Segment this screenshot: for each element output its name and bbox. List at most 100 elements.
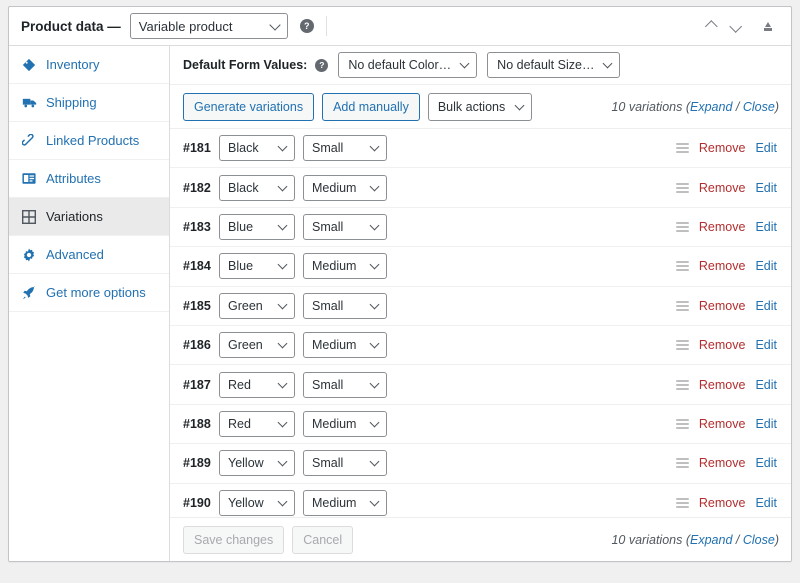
default-color-select[interactable]: No default Color… (338, 52, 477, 78)
bulk-actions-value: Bulk actions (438, 100, 505, 114)
edit-link[interactable]: Edit (755, 456, 777, 470)
variation-size-select[interactable]: Medium (303, 490, 387, 516)
edit-link[interactable]: Edit (755, 338, 777, 352)
drag-handle-icon[interactable] (676, 419, 689, 429)
drag-handle-icon[interactable] (676, 261, 689, 271)
row-actions: Remove Edit (676, 299, 779, 313)
help-icon[interactable]: ? (315, 59, 328, 72)
edit-link[interactable]: Edit (755, 378, 777, 392)
move-up-button[interactable] (699, 17, 717, 35)
chevron-down-icon (460, 59, 470, 69)
variation-size-value: Medium (312, 338, 356, 352)
sidebar-item-attributes[interactable]: Attributes (9, 160, 169, 198)
variation-color-select[interactable]: Blue (219, 214, 295, 240)
generate-variations-button[interactable]: Generate variations (183, 93, 314, 121)
variation-size-value: Small (312, 456, 343, 470)
product-type-select[interactable]: Variable product (130, 13, 288, 39)
sidebar-item-inventory[interactable]: Inventory (9, 46, 169, 84)
remove-link[interactable]: Remove (699, 417, 746, 431)
edit-link[interactable]: Edit (755, 417, 777, 431)
variation-size-value: Medium (312, 417, 356, 431)
cancel-button[interactable]: Cancel (292, 526, 353, 554)
variation-color-value: Red (228, 417, 251, 431)
variation-size-select[interactable]: Medium (303, 253, 387, 279)
close-link[interactable]: Close (743, 100, 775, 114)
drag-handle-icon[interactable] (676, 380, 689, 390)
sidebar-item-get-more-options[interactable]: Get more options (9, 274, 169, 312)
add-manually-button[interactable]: Add manually (322, 93, 420, 121)
drag-handle-icon[interactable] (676, 183, 689, 193)
sidebar-item-linked-products[interactable]: Linked Products (9, 122, 169, 160)
variation-size-select[interactable]: Small (303, 372, 387, 398)
variation-size-select[interactable]: Medium (303, 332, 387, 358)
variation-size-select[interactable]: Medium (303, 411, 387, 437)
sidebar-item-shipping[interactable]: Shipping (9, 84, 169, 122)
bulk-actions-select[interactable]: Bulk actions (428, 93, 532, 121)
link-icon (21, 133, 37, 149)
edit-link[interactable]: Edit (755, 141, 777, 155)
drag-handle-icon[interactable] (676, 143, 689, 153)
variation-color-value: Green (228, 338, 263, 352)
variation-color-select[interactable]: Red (219, 372, 295, 398)
variation-color-select[interactable]: Black (219, 135, 295, 161)
table-row: #182BlackMediumRemoveEdit (170, 168, 791, 207)
variation-color-select[interactable]: Black (219, 175, 295, 201)
paren-close: ) (775, 100, 779, 114)
variation-size-select[interactable]: Medium (303, 175, 387, 201)
sidebar-item-advanced[interactable]: Advanced (9, 236, 169, 274)
variation-color-select[interactable]: Green (219, 332, 295, 358)
toggle-panel-button[interactable] (759, 17, 777, 35)
table-row: #190Yellow Medium Remove Edit (170, 484, 791, 517)
variation-size-select[interactable]: Small (303, 450, 387, 476)
variation-id: #190 (183, 496, 219, 510)
variation-color-select[interactable]: Green (219, 293, 295, 319)
drag-handle-icon[interactable] (676, 340, 689, 350)
variation-color-value: Black (228, 141, 259, 155)
remove-link[interactable]: Remove (699, 496, 746, 510)
chevron-down-icon (278, 181, 288, 191)
variation-size-select[interactable]: Small (303, 135, 387, 161)
help-icon[interactable]: ? (300, 19, 314, 33)
chevron-down-icon (269, 19, 280, 30)
product-type-value: Variable product (139, 19, 233, 34)
remove-link[interactable]: Remove (699, 181, 746, 195)
variation-id: #187 (183, 378, 219, 392)
chevron-down-icon (370, 299, 380, 309)
variation-color-select[interactable]: Yellow (219, 450, 295, 476)
row-actions: Remove Edit (676, 496, 779, 510)
remove-link[interactable]: Remove (699, 378, 746, 392)
drag-handle-icon[interactable] (676, 458, 689, 468)
remove-link[interactable]: Remove (699, 141, 746, 155)
expand-link[interactable]: Expand (690, 100, 732, 114)
edit-link[interactable]: Edit (755, 299, 777, 313)
drag-handle-icon[interactable] (676, 222, 689, 232)
variation-id: #184 (183, 259, 219, 273)
variation-color-select[interactable]: Red (219, 411, 295, 437)
variation-size-select[interactable]: Small (303, 214, 387, 240)
close-link[interactable]: Close (743, 533, 775, 547)
move-down-button[interactable] (729, 17, 747, 35)
sidebar-item-variations[interactable]: Variations (9, 198, 169, 236)
edit-link[interactable]: Edit (755, 181, 777, 195)
edit-link[interactable]: Edit (755, 259, 777, 273)
chevron-down-icon (278, 339, 288, 349)
variation-size-select[interactable]: Small (303, 293, 387, 319)
attributes-icon (21, 171, 37, 187)
expand-link[interactable]: Expand (690, 533, 732, 547)
variation-color-select[interactable]: Blue (219, 253, 295, 279)
drag-handle-icon[interactable] (676, 301, 689, 311)
variation-id: #183 (183, 220, 219, 234)
remove-link[interactable]: Remove (699, 259, 746, 273)
row-actions: Remove Edit (676, 220, 779, 234)
edit-link[interactable]: Edit (755, 496, 777, 510)
chevron-down-icon (370, 339, 380, 349)
remove-link[interactable]: Remove (699, 299, 746, 313)
save-changes-button[interactable]: Save changes (183, 526, 284, 554)
remove-link[interactable]: Remove (699, 456, 746, 470)
remove-link[interactable]: Remove (699, 338, 746, 352)
remove-link[interactable]: Remove (699, 220, 746, 234)
drag-handle-icon[interactable] (676, 498, 689, 508)
edit-link[interactable]: Edit (755, 220, 777, 234)
default-size-select[interactable]: No default Size… (487, 52, 620, 78)
variation-color-select[interactable]: Yellow (219, 490, 295, 516)
